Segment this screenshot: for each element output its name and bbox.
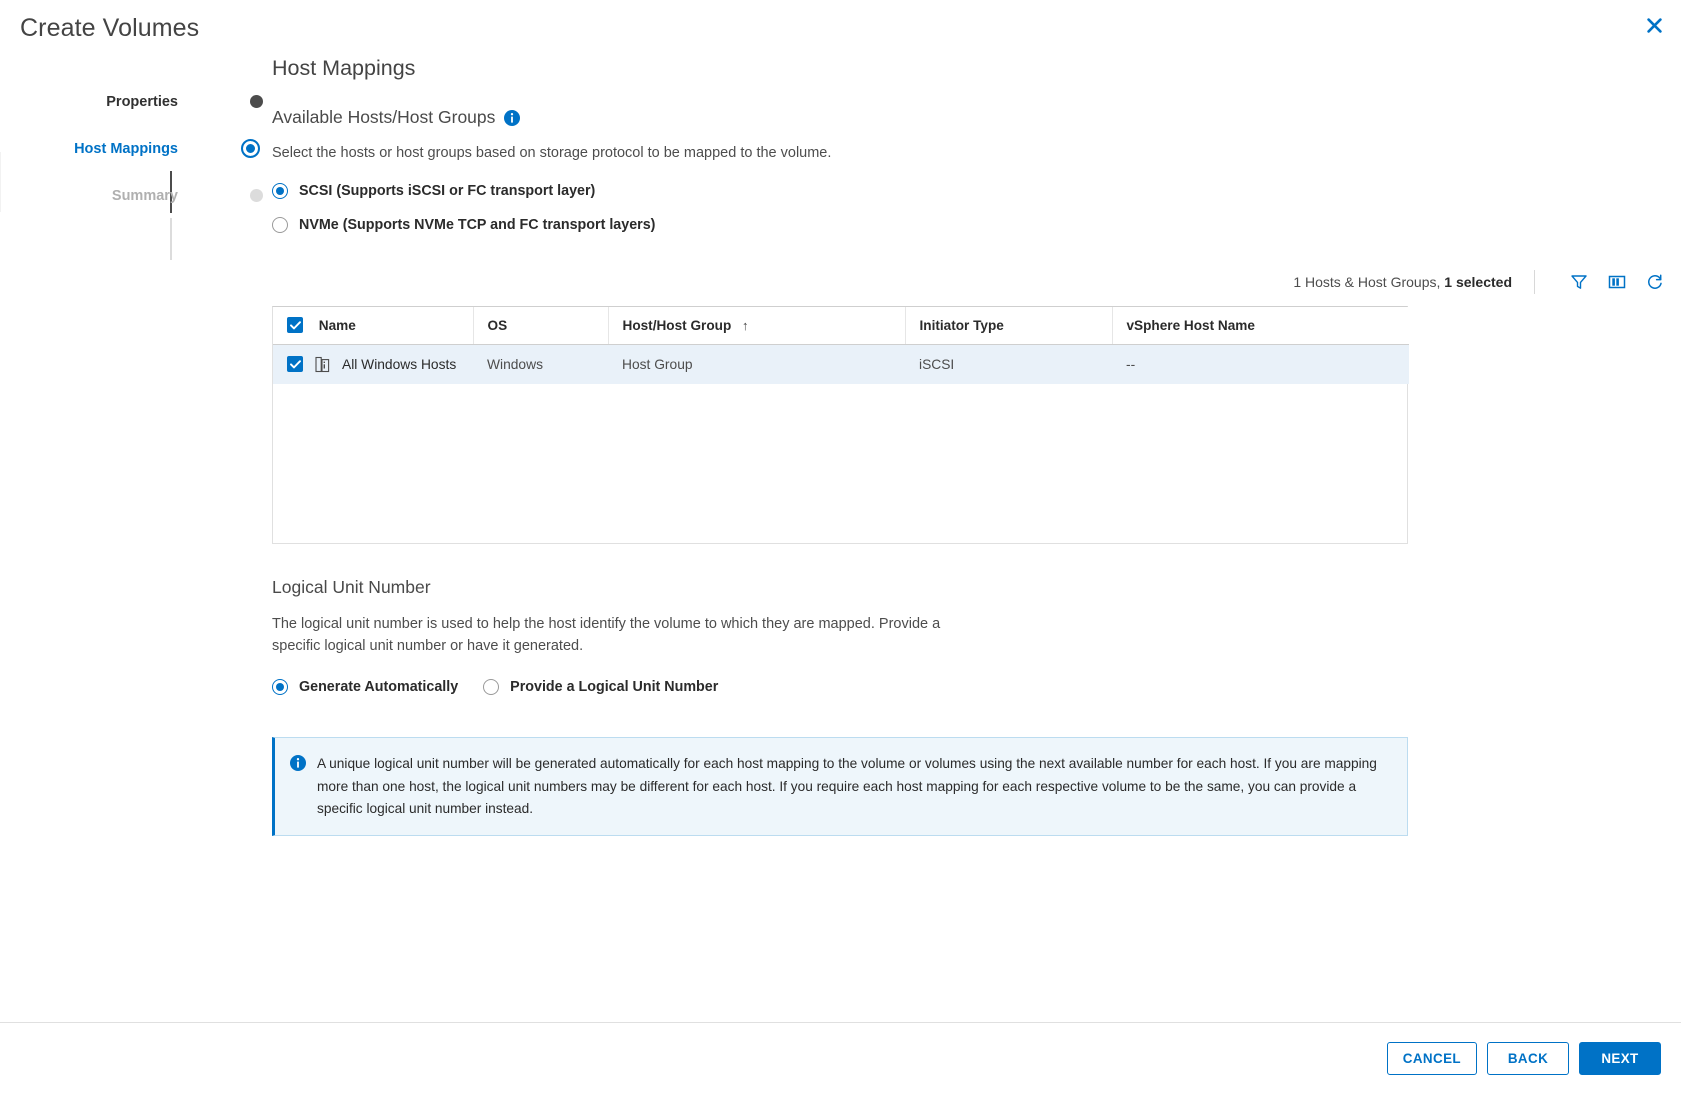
- back-button[interactable]: BACK: [1487, 1042, 1569, 1075]
- columns-icon[interactable]: [1602, 269, 1632, 295]
- cell-name: All Windows Hosts: [273, 344, 473, 384]
- radio-generate-automatically[interactable]: [272, 679, 288, 696]
- close-glyph: [1646, 17, 1662, 33]
- radio-generate-automatically-label: Generate Automatically: [299, 679, 459, 696]
- lun-title: Logical Unit Number: [272, 577, 431, 597]
- columns-glyph: [1608, 275, 1626, 289]
- step-connector-2: [170, 218, 172, 260]
- hosts-count-selected: 1 selected: [1444, 274, 1512, 290]
- select-all-checkbox[interactable]: [287, 317, 303, 334]
- protocol-radio-group: SCSI (Supports iSCSI or FC transport lay…: [272, 183, 1672, 233]
- lun-description: The logical unit number is used to help …: [272, 616, 941, 655]
- available-hosts-helper: Select the hosts or host groups based on…: [272, 145, 832, 161]
- wizard-footer: CANCEL BACK NEXT: [0, 1022, 1681, 1094]
- wizard-title: Create Volumes: [20, 14, 200, 42]
- main-content: Host Mappings Available Hosts/Host Group…: [272, 56, 1672, 836]
- host-group-icon: [314, 356, 331, 373]
- cell-name-text: All Windows Hosts: [342, 356, 457, 372]
- radio-provide-lun[interactable]: [483, 679, 500, 696]
- table-header-row: Name OS Host/Host Group ↑ Initiator Type…: [273, 307, 1409, 345]
- column-header-host-group[interactable]: Host/Host Group ↑: [608, 307, 906, 345]
- radio-nvme[interactable]: [272, 217, 288, 233]
- column-header-os-label: OS: [487, 317, 508, 333]
- radio-nvme-label: NVMe (Supports NVMe TCP and FC transport…: [299, 217, 656, 233]
- lun-radio-group: Generate Automatically Provide a Logical…: [272, 679, 1672, 696]
- available-hosts-heading-label: Available Hosts/Host Groups: [272, 107, 496, 127]
- sort-ascending-icon: ↑: [742, 317, 749, 333]
- sidebar-item-properties[interactable]: Properties: [0, 78, 263, 125]
- wizard-stepper: Properties Host Mappings Summary: [0, 78, 263, 260]
- refresh-icon[interactable]: [1640, 269, 1670, 295]
- radio-scsi-label: SCSI (Supports iSCSI or FC transport lay…: [299, 183, 596, 199]
- cancel-button[interactable]: CANCEL: [1386, 1042, 1477, 1075]
- next-button[interactable]: NEXT: [1579, 1042, 1661, 1075]
- step-dot-host-mappings: [241, 139, 260, 158]
- create-volumes-wizard: Create Volumes Properties Host Mappings …: [0, 0, 1681, 1094]
- available-hosts-heading: Available Hosts/Host Groups: [272, 107, 1672, 128]
- info-glyph: [290, 755, 306, 772]
- table-row[interactable]: All Windows Hosts Windows Host Group iSC…: [273, 344, 1409, 384]
- info-banner-text: A unique logical unit number will be gen…: [317, 756, 1377, 816]
- hosts-table: Name OS Host/Host Group ↑ Initiator Type…: [272, 306, 1409, 544]
- filter-icon[interactable]: [1564, 269, 1594, 295]
- column-header-initiator-type[interactable]: Initiator Type: [905, 307, 1113, 345]
- step-dot-summary: [250, 189, 263, 202]
- protocol-option-nvme[interactable]: NVMe (Supports NVMe TCP and FC transport…: [272, 217, 1672, 233]
- info-banner: A unique logical unit number will be gen…: [272, 737, 1408, 836]
- cell-initiator-type: iSCSI: [919, 356, 955, 372]
- check-glyph: [289, 360, 301, 369]
- page-title: Host Mappings: [272, 56, 416, 80]
- host-group-glyph: [315, 356, 330, 372]
- refresh-glyph: [1648, 274, 1662, 289]
- step-dot-properties: [250, 95, 263, 108]
- step-label-host-mappings: Host Mappings: [74, 140, 178, 157]
- sidebar-item-summary[interactable]: Summary: [0, 172, 263, 219]
- cell-vsphere-host-name: --: [1126, 356, 1136, 372]
- step-label-properties: Properties: [106, 93, 178, 110]
- column-header-vsphere-host-name[interactable]: vSphere Host Name: [1112, 307, 1409, 345]
- lun-option-provide[interactable]: Provide a Logical Unit Number: [483, 679, 719, 696]
- logical-unit-number-section: Logical Unit Number The logical unit num…: [272, 577, 1672, 696]
- info-icon: [290, 755, 306, 772]
- column-header-name: Name: [273, 307, 474, 345]
- check-glyph: [289, 321, 301, 330]
- protocol-option-scsi[interactable]: SCSI (Supports iSCSI or FC transport lay…: [272, 183, 1672, 199]
- close-icon[interactable]: [1637, 8, 1671, 42]
- filter-glyph: [1571, 275, 1587, 289]
- sidebar-item-host-mappings[interactable]: Host Mappings: [0, 125, 260, 172]
- cell-os: Windows: [487, 356, 543, 372]
- column-header-vsphere-host-name-label: vSphere Host Name: [1126, 317, 1255, 333]
- column-header-initiator-type-label: Initiator Type: [919, 317, 1004, 333]
- radio-scsi[interactable]: [272, 183, 288, 199]
- radio-provide-lun-label: Provide a Logical Unit Number: [510, 679, 719, 696]
- column-header-os[interactable]: OS: [473, 307, 609, 345]
- wizard-title-bar: Create Volumes: [0, 0, 1681, 62]
- column-header-host-group-label: Host/Host Group: [622, 317, 732, 333]
- info-glyph: [504, 109, 521, 126]
- toolbar-separator: [1534, 270, 1535, 294]
- cell-host-group: Host Group: [622, 356, 693, 372]
- lun-option-generate[interactable]: Generate Automatically: [272, 679, 459, 696]
- row-checkbox[interactable]: [287, 356, 303, 373]
- hosts-count-text: 1 Hosts & Host Groups, 1 selected: [1293, 274, 1512, 290]
- table-toolbar: 1 Hosts & Host Groups, 1 selected: [272, 265, 1672, 299]
- column-header-name-label: Name: [318, 317, 356, 333]
- hosts-count-prefix: 1 Hosts & Host Groups,: [1293, 274, 1445, 290]
- info-icon[interactable]: [504, 109, 521, 126]
- step-label-summary: Summary: [111, 187, 178, 204]
